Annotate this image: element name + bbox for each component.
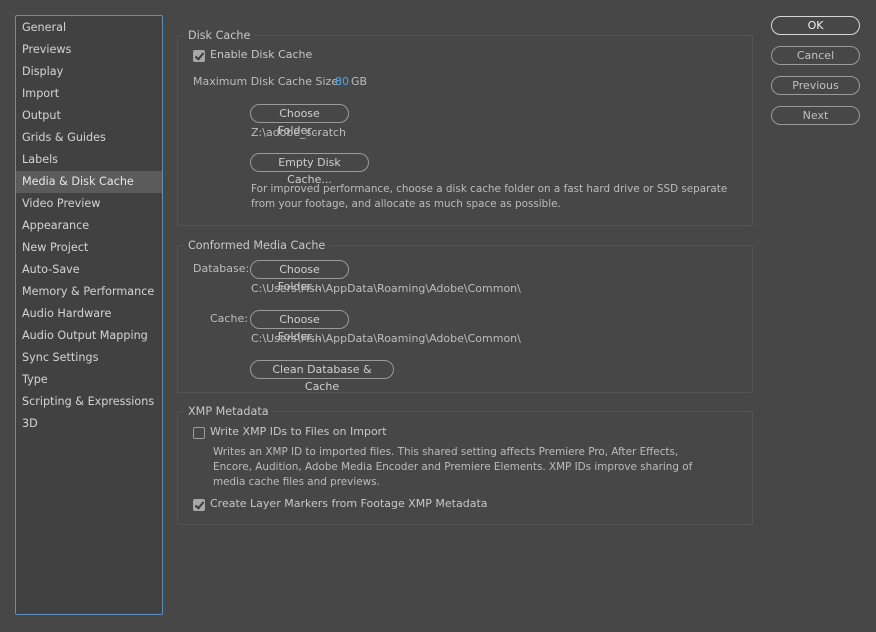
sidebar-item-output[interactable]: Output [16,105,162,127]
disk-cache-title: Disk Cache [184,28,255,44]
preferences-category-list[interactable]: General Previews Display Import Output G… [15,15,163,615]
ok-button[interactable]: OK [771,16,860,35]
write-xmp-ids-description: Writes an XMP ID to imported files. This… [213,446,693,488]
sidebar-item-video-preview[interactable]: Video Preview [16,193,162,215]
cache-label: Cache: [210,312,248,325]
previous-button[interactable]: Previous [771,76,860,95]
write-xmp-ids-label[interactable]: Write XMP IDs to Files on Import [210,425,387,438]
disk-cache-choose-folder-button[interactable]: Choose Folder... [250,104,349,137]
sidebar-item-grids-guides[interactable]: Grids & Guides [16,127,162,149]
sidebar-item-appearance[interactable]: Appearance [16,215,162,237]
sidebar-item-media-disk-cache[interactable]: Media & Disk Cache [16,171,162,193]
sidebar-item-3d[interactable]: 3D [16,413,162,435]
max-disk-cache-size-label: Maximum Disk Cache Size: [193,75,342,88]
max-disk-cache-size-unit: GB [351,75,368,88]
sidebar-item-general[interactable]: General [16,17,162,39]
sidebar-item-audio-hardware[interactable]: Audio Hardware [16,303,162,325]
enable-disk-cache-checkbox[interactable] [193,50,205,62]
sidebar-item-sync-settings[interactable]: Sync Settings [16,347,162,369]
create-layer-markers-checkbox[interactable] [193,499,205,511]
create-layer-markers-label[interactable]: Create Layer Markers from Footage XMP Me… [210,497,488,510]
disk-cache-description: For improved performance, choose a disk … [251,183,728,210]
database-choose-folder-button[interactable]: Choose Folder... [250,260,349,293]
sidebar-item-memory-performance[interactable]: Memory & Performance [16,281,162,303]
sidebar-item-new-project[interactable]: New Project [16,237,162,259]
sidebar-item-auto-save[interactable]: Auto-Save [16,259,162,281]
disk-cache-folder-path: Z:\adobe_scratch [251,126,347,139]
sidebar-item-labels[interactable]: Labels [16,149,162,171]
sidebar-item-audio-output-mapping[interactable]: Audio Output Mapping [16,325,162,347]
sidebar-item-type[interactable]: Type [16,369,162,391]
write-xmp-ids-checkbox[interactable] [193,427,205,439]
cache-path: C:\Users\Fish\AppData\Roaming\Adobe\Comm… [251,332,521,345]
empty-disk-cache-button[interactable]: Empty Disk Cache... [250,153,369,186]
sidebar-item-scripting-expressions[interactable]: Scripting & Expressions [16,391,162,413]
clean-database-cache-button[interactable]: Clean Database & Cache [250,360,394,393]
database-path: C:\Users\Fish\AppData\Roaming\Adobe\Comm… [251,282,521,295]
sidebar-item-previews[interactable]: Previews [16,39,162,61]
conformed-media-cache-title: Conformed Media Cache [184,238,330,254]
cache-choose-folder-button[interactable]: Choose Folder... [250,310,349,343]
sidebar-item-import[interactable]: Import [16,83,162,105]
cancel-button[interactable]: Cancel [771,46,860,65]
sidebar-item-display[interactable]: Display [16,61,162,83]
next-button[interactable]: Next [771,106,860,125]
enable-disk-cache-label[interactable]: Enable Disk Cache [210,48,312,61]
database-label: Database: [193,262,250,275]
xmp-metadata-title: XMP Metadata [184,404,273,420]
max-disk-cache-size-value[interactable]: 80 [335,75,349,88]
